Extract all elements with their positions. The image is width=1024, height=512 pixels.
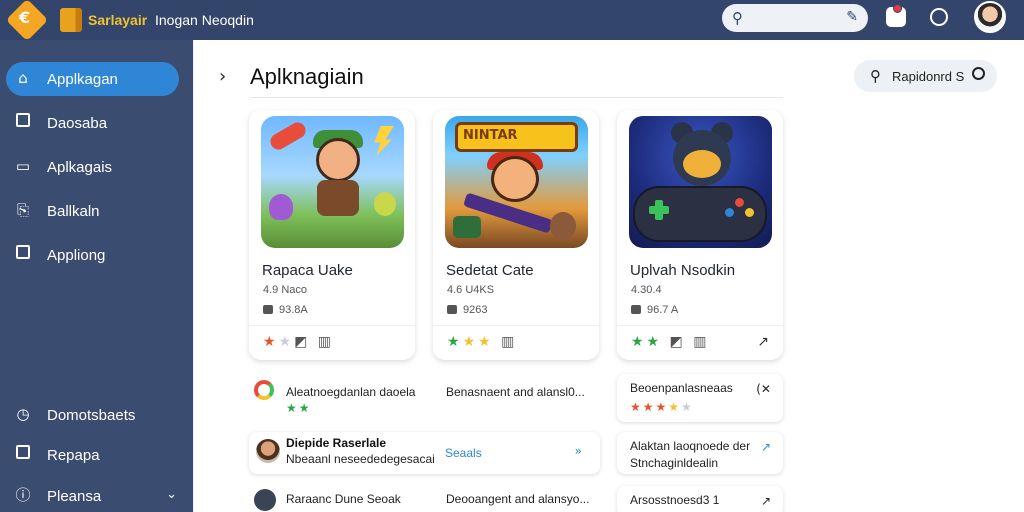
download-icon bbox=[263, 305, 273, 314]
sidebar-item-label: Repapa bbox=[47, 447, 100, 464]
star-rating: ★★◩ ▥ bbox=[263, 334, 335, 350]
info-card[interactable]: Alaktan laoqnoede der Stnchaginldealin ↗ bbox=[617, 432, 783, 474]
details-link[interactable]: Seaals bbox=[445, 446, 482, 460]
card-divider bbox=[617, 325, 783, 326]
logo-glyph-icon: € bbox=[19, 8, 31, 27]
app-size-value: 96.7 A bbox=[647, 304, 679, 316]
user-avatar[interactable] bbox=[974, 1, 1006, 33]
sidebar-item-label: Pleansa bbox=[47, 488, 102, 505]
close-icon[interactable]: (✕ bbox=[756, 382, 771, 396]
top-bar: € Sarlayair Inogan Neoqdin ⚲ ✎ bbox=[0, 0, 1024, 42]
chevron-right-icon[interactable]: › bbox=[219, 66, 226, 87]
book-icon bbox=[60, 8, 82, 32]
star-rating: ★★ ◩ ▥ bbox=[631, 334, 710, 350]
app-name: Uplvah Nsodkin bbox=[630, 262, 736, 279]
sidebar-item-domotsbaets[interactable]: ◷ Domotsbaets bbox=[6, 398, 179, 432]
sidebar-item-label: Applkagan bbox=[47, 71, 118, 88]
game-art-image bbox=[261, 116, 404, 248]
list-item-title[interactable]: Raraanc Dune Seoak bbox=[286, 492, 401, 506]
list-item-subtitle: Nbeaanl neseededegesacai bbox=[286, 452, 435, 466]
title-divider bbox=[250, 97, 783, 98]
download-icon bbox=[631, 305, 641, 314]
filter-label: Rapidonrd S bbox=[892, 69, 965, 84]
share-icon[interactable]: ↗ bbox=[761, 440, 771, 454]
sidebar-item-label: Daosaba bbox=[47, 115, 108, 132]
sidebar-item-label: Domotsbaets bbox=[47, 407, 136, 424]
info-icon: ⓘ bbox=[15, 486, 31, 504]
app-card[interactable]: Rapaca Uake 4.9 Naco 93.8A ★★◩ ▥ bbox=[249, 110, 415, 360]
app-rating: 4.6 U4KS bbox=[447, 284, 495, 296]
app-size: 93.8A bbox=[263, 304, 308, 316]
sidebar-item-aplkagais[interactable]: ▭ Aplkagais bbox=[6, 150, 179, 184]
app-size-value: 93.8A bbox=[279, 304, 308, 316]
folder-icon: ▭ bbox=[15, 157, 31, 175]
sidebar-item-daosaba[interactable]: Daosaba bbox=[6, 106, 179, 140]
app-name: Sarlayair bbox=[88, 12, 148, 28]
list-item-title: Diepide Raserlale bbox=[286, 436, 387, 450]
info-card-title: Alaktan laoqnoede der bbox=[630, 439, 751, 453]
sidebar-item-pleansa[interactable]: ⓘ Pleansa ⌄ bbox=[6, 479, 179, 512]
square-icon bbox=[14, 113, 32, 131]
sidebar: ⌂ Applkagan Daosaba ▭ Aplkagais ⎘ Ballka… bbox=[0, 40, 193, 512]
chevron-down-icon[interactable]: ⌄ bbox=[166, 487, 177, 502]
game-art-image: NINTAR bbox=[445, 116, 588, 248]
status-circle-icon[interactable] bbox=[930, 8, 948, 26]
chrome-icon bbox=[254, 380, 274, 400]
app-subtitle: Inogan Neoqdin bbox=[155, 12, 254, 28]
list-item-title[interactable]: Aleatnoegdanlan daoela bbox=[286, 385, 415, 399]
app-rating: 4.30.4 bbox=[631, 284, 662, 296]
sidebar-item-applkagan[interactable]: ⌂ Applkagan bbox=[6, 62, 179, 96]
list-item-description: Benasnaent and alansl0... bbox=[446, 385, 585, 399]
download-icon bbox=[447, 305, 457, 314]
star-rating: ★★★★★ bbox=[630, 400, 694, 414]
avatar bbox=[256, 439, 280, 463]
sidebar-item-appliong[interactable]: Appliong bbox=[6, 238, 179, 272]
card-divider bbox=[433, 325, 599, 326]
filter-search-button[interactable]: ⚲ Rapidonrd S bbox=[854, 60, 997, 92]
bookmark-icon: ⎘ bbox=[16, 201, 29, 219]
circle-icon bbox=[972, 67, 985, 80]
app-card[interactable]: NINTAR Sedetat Cate 4.6 U4KS 9263 ★★★ ▥ bbox=[433, 110, 599, 360]
pen-icon[interactable]: ✎ bbox=[846, 9, 858, 25]
app-size-value: 9263 bbox=[463, 304, 488, 316]
card-divider bbox=[249, 325, 415, 326]
app-rating: 4.9 Naco bbox=[263, 284, 308, 296]
sidebar-item-label: Appliong bbox=[47, 247, 106, 264]
home-icon: ⌂ bbox=[18, 69, 28, 87]
app-size: 96.7 A bbox=[631, 304, 678, 316]
app-name: Sedetat Cate bbox=[446, 262, 534, 279]
page-title: Aplknagiain bbox=[250, 64, 364, 89]
share-icon[interactable]: ↗ bbox=[761, 494, 771, 508]
list-item-description: Deooangent and alansyo... bbox=[446, 492, 590, 506]
star-rating: ★★★ ▥ bbox=[447, 334, 518, 350]
square-icon bbox=[14, 245, 32, 263]
notification-badge bbox=[893, 4, 902, 13]
info-card-title: Arsosstnoesd3 1 bbox=[630, 493, 720, 507]
info-card[interactable]: Arsosstnoesd3 1 ↗ bbox=[617, 486, 783, 512]
sidebar-item-ballkaln[interactable]: ⎘ Ballkaln bbox=[6, 194, 179, 228]
square-icon bbox=[14, 445, 32, 463]
clock-icon: ◷ bbox=[16, 405, 30, 423]
app-size: 9263 bbox=[447, 304, 487, 316]
search-input[interactable]: ⚲ ✎ bbox=[722, 4, 868, 32]
chevron-right-icon[interactable]: » bbox=[575, 444, 582, 458]
search-icon: ⚲ bbox=[870, 67, 881, 85]
sidebar-item-label: Ballkaln bbox=[47, 203, 100, 220]
app-card[interactable]: Uplvah Nsodkin 4.30.4 96.7 A ★★ ◩ ▥ ↗ bbox=[617, 110, 783, 360]
list-item[interactable]: Diepide Raserlale Nbeaanl neseededegesac… bbox=[249, 432, 600, 474]
sidebar-item-label: Aplkagais bbox=[47, 159, 113, 176]
star-rating: ★★ bbox=[286, 401, 312, 415]
review-card[interactable]: Beoenpanlasneaas (✕ ★★★★★ bbox=[617, 374, 783, 422]
app-name: Rapaca Uake bbox=[262, 262, 353, 279]
review-title: Beoenpanlasneaas bbox=[630, 381, 733, 395]
info-card-subtitle: Stnchaginldealin bbox=[630, 456, 719, 470]
game-art-image bbox=[629, 116, 772, 248]
sidebar-item-repapa[interactable]: Repapa bbox=[6, 438, 179, 472]
search-icon: ⚲ bbox=[732, 9, 743, 27]
avatar bbox=[254, 489, 276, 511]
share-icon[interactable]: ↗ bbox=[757, 334, 769, 350]
